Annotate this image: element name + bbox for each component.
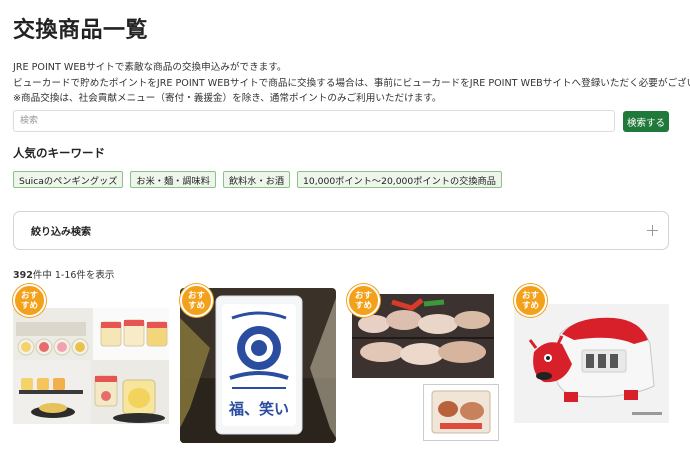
filter-search-toggle[interactable]: 絞り込み検索 xyxy=(13,211,669,250)
badge-text: すめ xyxy=(187,300,205,311)
product-card[interactable]: おす すめ xyxy=(514,284,670,444)
recommend-badge: おす すめ xyxy=(180,284,213,317)
search-button[interactable]: 検索する xyxy=(623,111,669,132)
keyword-tag[interactable]: Suicaのペンギングッズ xyxy=(13,171,124,188)
product-image-jar-sweets xyxy=(13,308,169,424)
result-count: 392件中 1-16件を表示 xyxy=(13,267,114,281)
recommend-badge: おす すめ xyxy=(514,284,547,317)
keyword-tag[interactable]: お米・麺・調味料 xyxy=(130,171,216,188)
filter-search-label: 絞り込み検索 xyxy=(31,227,91,238)
badge-text: すめ xyxy=(20,300,38,311)
keyword-tag[interactable]: 10,000ポイント〜20,000ポイントの交換商品 xyxy=(297,171,502,188)
product-image-meat-package xyxy=(423,384,499,441)
result-range: 件中 1-16件を表示 xyxy=(32,270,115,281)
page-title: 交換商品一覧 xyxy=(13,18,149,43)
badge-text: すめ xyxy=(354,300,372,311)
popular-keywords-list: Suicaのペンギングッズ お米・麺・調味料 飲料水・お酒 10,000ポイント… xyxy=(13,171,502,188)
popular-keywords-heading: 人気のキーワード xyxy=(13,146,105,160)
product-card[interactable]: おす すめ xyxy=(347,284,503,444)
product-card[interactable]: おす すめ 福、笑い xyxy=(180,284,336,444)
search-input[interactable] xyxy=(13,110,615,132)
product-card[interactable]: おす すめ xyxy=(13,284,169,444)
badge-text: おす xyxy=(521,290,539,301)
badge-text: すめ xyxy=(521,300,539,311)
page-description: JRE POINT WEBサイトで素敵な商品の交換申込みができます。 ビューカー… xyxy=(13,60,690,107)
product-image-train-akabeko xyxy=(514,304,669,423)
recommend-badge: おす すめ xyxy=(13,284,46,317)
description-line: ビューカードで貯めたポイントをJRE POINT WEBサイトで商品に交換する場… xyxy=(13,77,690,89)
description-line: ※商品交換は、社会貢献メニュー（寄付・義援金）を除き、通常ポイントのみご利用いた… xyxy=(13,93,442,104)
plus-icon xyxy=(647,225,658,236)
result-total: 392 xyxy=(13,270,33,281)
badge-text: おす xyxy=(187,290,205,301)
description-line: JRE POINT WEBサイトで素敵な商品の交換申込みができます。 xyxy=(13,62,287,73)
keyword-tag[interactable]: 飲料水・お酒 xyxy=(222,171,291,188)
rice-bag-package-text: 福、笑い xyxy=(228,400,289,418)
recommend-badge: おす すめ xyxy=(347,284,380,317)
badge-text: おす xyxy=(354,290,372,301)
badge-text: おす xyxy=(20,290,38,301)
